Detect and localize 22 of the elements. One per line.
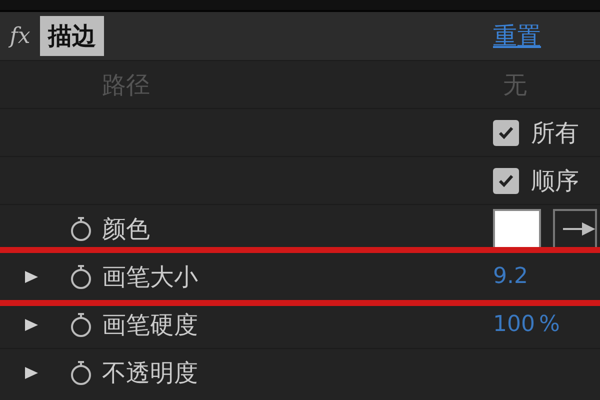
- stopwatch-icon[interactable]: [70, 312, 92, 338]
- expand-triangle-icon[interactable]: [23, 364, 39, 380]
- property-label: 画笔大小: [102, 262, 198, 290]
- effect-name[interactable]: 描边: [40, 16, 104, 56]
- expand-triangle-icon[interactable]: [23, 316, 39, 332]
- property-label: 画笔硬度: [102, 310, 198, 338]
- stopwatch-icon[interactable]: [70, 360, 92, 386]
- expand-triangle-icon[interactable]: [23, 268, 39, 284]
- color-swatch[interactable]: [493, 208, 541, 248]
- checkbox[interactable]: [493, 120, 519, 146]
- unit-label: %: [539, 311, 560, 339]
- property-label: 颜色: [102, 214, 150, 242]
- value-field[interactable]: 9.2: [493, 260, 528, 293]
- value-field[interactable]: 100: [493, 308, 535, 341]
- checkbox[interactable]: [493, 168, 519, 194]
- checkbox-label: 顺序: [531, 166, 579, 196]
- stopwatch-icon[interactable]: [70, 264, 92, 290]
- stopwatch-icon[interactable]: [70, 216, 92, 242]
- checkbox-label: 所有: [531, 118, 579, 148]
- property-label: 不透明度: [102, 358, 198, 386]
- reset-link[interactable]: 重置: [493, 18, 600, 54]
- fx-label: fx: [10, 22, 30, 50]
